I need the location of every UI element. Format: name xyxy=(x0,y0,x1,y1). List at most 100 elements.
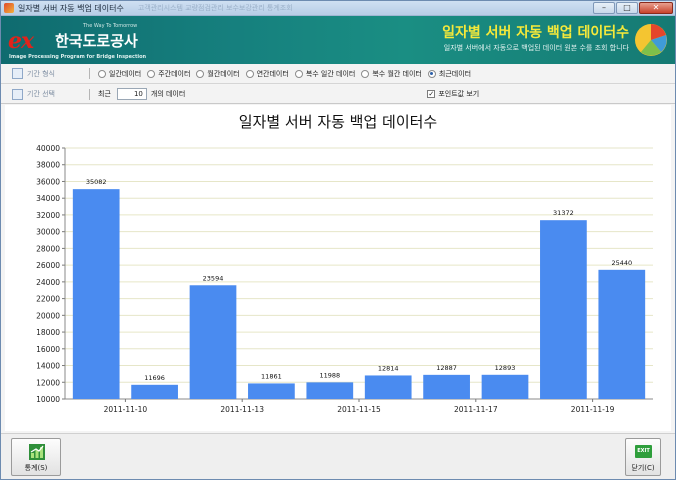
x-tick-label: 2011-11-13 xyxy=(220,405,264,414)
period-select-label: 기간 선택 xyxy=(27,90,55,98)
bar-chart: 10000 12000 14000 16000 18000 20000 22000 24000… xyxy=(36,144,653,414)
y-tick-label: 24000 xyxy=(36,278,60,287)
radio-option-1[interactable]: 일간데이터 xyxy=(98,69,141,79)
radio-option-6[interactable]: 복수 월간 데이터 xyxy=(361,69,422,79)
divider xyxy=(89,68,90,79)
y-tick-label: 20000 xyxy=(36,311,60,320)
background-menu-ghost: 고객관리시스템 교량점검관리 보수보강관리 통계조회 xyxy=(137,4,293,12)
radio-option-5[interactable]: 복수 일간 데이터 xyxy=(294,69,356,79)
y-tick-label: 18000 xyxy=(36,328,60,337)
period-type-radio-group: 일간데이터 주간데이터 월간데이터 연간데이터 복수 일간 데이터 복수 월간 데이터 최근… xyxy=(98,69,477,79)
y-tick-label: 32000 xyxy=(36,211,60,220)
y-tick-label: 36000 xyxy=(36,177,60,186)
logo-tagline: The Way To Tomorrow xyxy=(83,23,138,29)
checkbox-checked-icon[interactable]: ✓ xyxy=(427,90,436,98)
y-tick-label: 30000 xyxy=(36,228,60,237)
radio-label: 복수 월간 데이터 xyxy=(372,69,422,78)
bar xyxy=(423,374,470,399)
radio-button[interactable] xyxy=(98,69,106,78)
recent-suffix: 개의 데이터 xyxy=(150,90,186,98)
bar xyxy=(72,189,120,399)
close-button[interactable]: EXIT 닫기(C) xyxy=(625,438,661,476)
radio-label: 연간데이터 xyxy=(256,69,289,78)
header-banner: ex The Way To Tomorrow 한국도로공사 Image Proc… xyxy=(1,16,675,64)
program-subtitle: Image Processing Program for Bridge Insp… xyxy=(9,54,147,60)
calendar-icon xyxy=(12,68,23,79)
data-label: 12814 xyxy=(378,364,399,372)
radio-label: 일간데이터 xyxy=(109,69,142,78)
chart-panel: 일자별 서버 자동 백업 데이터수 10000 12000 14000 16000 18… xyxy=(5,105,671,431)
data-label: 11988 xyxy=(319,371,340,379)
chart-growth-icon xyxy=(29,444,45,460)
pie-chart-icon xyxy=(635,24,667,56)
recent-count-input[interactable]: 10 xyxy=(116,88,147,100)
close-window-button[interactable]: ✕ xyxy=(639,2,673,14)
radio-label: 월간데이터 xyxy=(207,69,240,78)
app-window: 일자별 서버 자동 백업 데이터수 고객관리시스템 교량점검관리 보수보강관리 … xyxy=(0,0,676,480)
show-points-checkbox[interactable]: ✓ 포인트값 보기 xyxy=(427,89,479,99)
y-tick-label: 10000 xyxy=(36,395,60,404)
exit-icon: EXIT xyxy=(635,445,652,458)
period-type-label: 기간 형식 xyxy=(27,69,55,78)
bar xyxy=(306,382,354,399)
x-tick-label: 2011-11-19 xyxy=(571,405,615,414)
data-label: 11861 xyxy=(261,372,282,380)
radio-button[interactable] xyxy=(427,69,436,78)
radio-option-3[interactable]: 월간데이터 xyxy=(196,69,240,79)
y-tick-label: 40000 xyxy=(36,144,60,153)
bar xyxy=(481,374,529,399)
x-tick-label: 2011-11-10 xyxy=(104,405,148,414)
minimize-button[interactable]: – xyxy=(593,2,615,14)
bar xyxy=(364,375,412,399)
footer-bar: 통계(S) EXIT 닫기(C) xyxy=(1,433,675,479)
radio-button[interactable] xyxy=(361,69,370,78)
banner-title: 일자별 서버 자동 백업 데이터수 xyxy=(442,25,629,41)
radio-label: 복수 일간 데이터 xyxy=(305,69,356,78)
data-label: 12887 xyxy=(436,364,457,372)
data-label: 23594 xyxy=(203,274,224,282)
statistics-button[interactable]: 통계(S) xyxy=(11,438,61,476)
data-label: 11696 xyxy=(144,374,165,382)
data-label: 12893 xyxy=(495,364,516,372)
radio-option-2[interactable]: 주간데이터 xyxy=(147,69,190,79)
y-tick-label: 12000 xyxy=(36,378,60,387)
y-tick-label: 34000 xyxy=(36,194,60,203)
data-label: 25440 xyxy=(611,259,632,267)
radio-option-4[interactable]: 연간데이터 xyxy=(245,69,289,79)
data-label: 31372 xyxy=(553,209,574,217)
y-tick-label: 14000 xyxy=(36,362,60,371)
bar xyxy=(598,269,646,399)
x-tick-label: 2011-11-15 xyxy=(337,405,381,414)
title-bar: 일자별 서버 자동 백업 데이터수 고객관리시스템 교량점검관리 보수보강관리 … xyxy=(1,1,675,16)
x-tick-label: 2011-11-17 xyxy=(454,405,498,414)
close-button-label: 닫기(C) xyxy=(631,464,655,472)
divider xyxy=(89,88,90,100)
period-type-toolbar: 기간 형식 일간데이터 주간데이터 월간데이터 연간데이터 복수 일간 데이터 복수 월간… xyxy=(1,64,675,84)
bar xyxy=(131,384,178,399)
y-tick-label: 28000 xyxy=(36,244,60,253)
grid-icon xyxy=(12,88,23,100)
radio-option-7[interactable]: 최근데이터 xyxy=(427,69,472,79)
show-points-label: 포인트값 보기 xyxy=(438,90,480,98)
company-logo-mark: ex xyxy=(8,28,34,54)
y-tick-label: 22000 xyxy=(36,295,60,304)
bar xyxy=(540,220,587,399)
app-icon xyxy=(4,3,14,13)
radio-button[interactable] xyxy=(245,69,254,78)
maximize-button[interactable]: □ xyxy=(616,2,638,14)
y-tick-label: 38000 xyxy=(36,161,60,170)
bar xyxy=(189,285,237,399)
radio-label: 주간데이터 xyxy=(158,69,191,78)
radio-button[interactable] xyxy=(196,69,205,78)
recent-prefix: 최근 xyxy=(98,90,111,98)
bar xyxy=(248,383,295,399)
banner-description: 일자별 서버에서 자동으로 백업된 데이터 원본 수를 조회 합니다 xyxy=(443,44,629,52)
statistics-button-label: 통계(S) xyxy=(24,464,48,472)
radio-button[interactable] xyxy=(147,69,156,78)
company-name: 한국도로공사 xyxy=(55,32,138,50)
data-label: 35082 xyxy=(86,178,107,186)
radio-label: 최근데이터 xyxy=(438,69,472,78)
radio-button[interactable] xyxy=(294,69,303,78)
window-title: 일자별 서버 자동 백업 데이터수 xyxy=(18,3,124,13)
period-select-toolbar: 기간 선택 최근 10 개의 데이터 ✓ 포인트값 보기 xyxy=(1,85,675,104)
